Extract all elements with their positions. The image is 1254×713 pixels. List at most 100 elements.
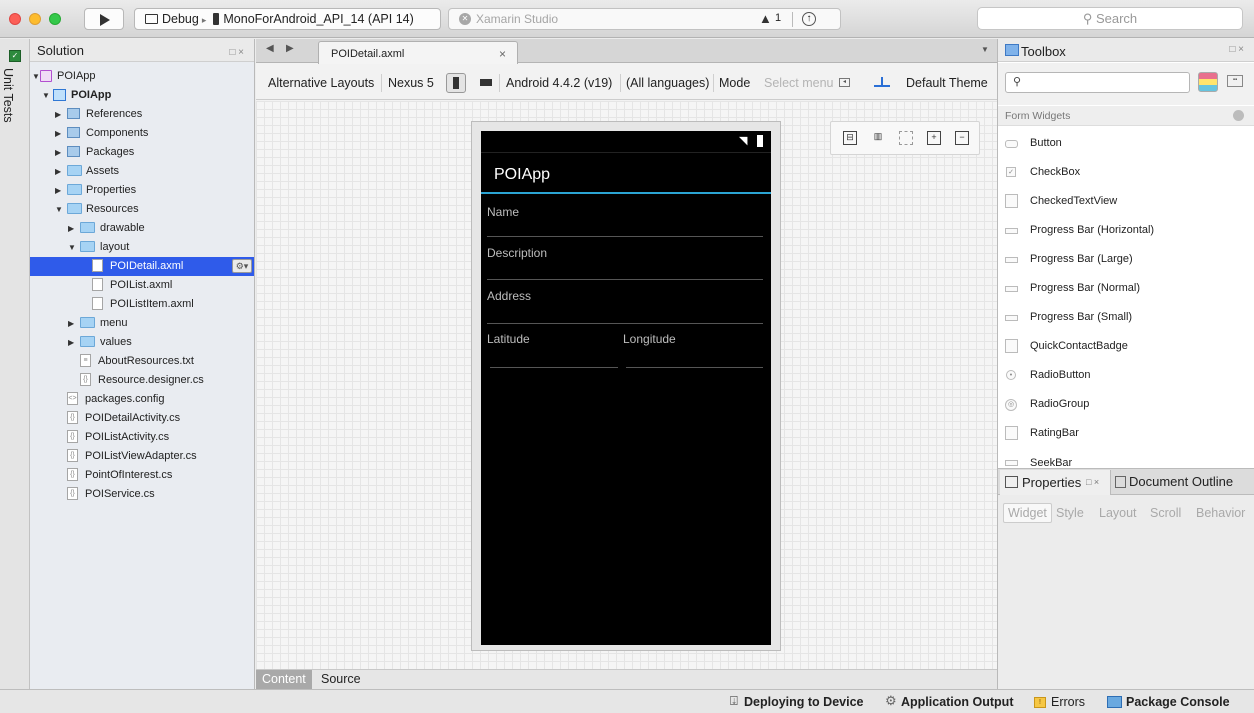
- upload-status-icon[interactable]: ↑: [802, 12, 816, 26]
- window-zoom-button[interactable]: [49, 13, 61, 25]
- disclosure-open-icon[interactable]: ▼: [68, 238, 77, 257]
- tree-item-aboutresources[interactable]: ≡ AboutResources.txt: [30, 352, 254, 371]
- tree-item-poidetail-axml[interactable]: POIDetail.axml ⚙▾: [30, 257, 254, 276]
- zoom-in-icon[interactable]: +: [927, 131, 941, 145]
- tab-scroll[interactable]: Scroll: [1150, 506, 1181, 520]
- tree-item-poidetailactivity[interactable]: {} POIDetailActivity.cs: [30, 409, 254, 428]
- address-edittext[interactable]: [487, 323, 763, 324]
- disclosure-closed-icon[interactable]: ▶: [55, 124, 64, 143]
- tree-item-solution[interactable]: ▼ POIApp: [30, 67, 254, 86]
- disclosure-closed-icon[interactable]: ▶: [68, 314, 77, 333]
- longitude-label[interactable]: Longitude: [623, 332, 676, 346]
- gear-icon[interactable]: ⚙▾: [232, 259, 252, 273]
- tree-item-pointofinterest[interactable]: {} PointOfInterest.cs: [30, 466, 254, 485]
- disclosure-closed-icon[interactable]: ▶: [55, 105, 64, 124]
- unit-tests-icon[interactable]: ✓: [9, 50, 21, 62]
- tree-item-poilistactivity[interactable]: {} POIListActivity.cs: [30, 428, 254, 447]
- tab-source[interactable]: Source: [321, 670, 361, 689]
- build-config-selector[interactable]: Debug ▸ MonoForAndroid_API_14 (API 14): [134, 8, 441, 30]
- errors-button[interactable]: Errors: [1051, 695, 1085, 709]
- pad-dock-close-icon[interactable]: □ ×: [1229, 44, 1244, 55]
- nav-back-icon[interactable]: ◀: [266, 43, 274, 54]
- toolbox-item-progressbar-small[interactable]: Progress Bar (Small): [998, 303, 1254, 332]
- design-canvas[interactable]: ◥ POIApp Name Description Address Latitu…: [256, 101, 997, 669]
- window-close-button[interactable]: [9, 13, 21, 25]
- toolbox-item-progressbar-horizontal[interactable]: Progress Bar (Horizontal): [998, 216, 1254, 245]
- disclosure-closed-icon[interactable]: ▶: [68, 219, 77, 238]
- zoom-out-icon[interactable]: −: [955, 131, 969, 145]
- close-icon[interactable]: ×: [499, 47, 506, 61]
- description-label[interactable]: Description: [487, 246, 547, 260]
- dropdown-arrow-icon[interactable]: ◂: [839, 78, 850, 87]
- description-edittext[interactable]: [487, 279, 763, 280]
- application-output-button[interactable]: Application Output: [901, 695, 1013, 709]
- portrait-orientation-button[interactable]: [446, 73, 466, 93]
- tree-item-properties[interactable]: ▶ Properties: [30, 181, 254, 200]
- disclosure-closed-icon[interactable]: ▶: [55, 181, 64, 200]
- warning-icon[interactable]: ▲: [759, 11, 772, 26]
- android-version-selector[interactable]: Android 4.4.2 (v19): [506, 76, 612, 90]
- tree-item-values[interactable]: ▶ values: [30, 333, 254, 352]
- tree-item-layout[interactable]: ▼ layout: [30, 238, 254, 257]
- tab-behavior[interactable]: Behavior: [1196, 506, 1245, 520]
- tree-item-resource-designer[interactable]: {} Resource.designer.cs: [30, 371, 254, 390]
- unit-tests-tab[interactable]: Unit Tests: [1, 68, 15, 123]
- tab-style[interactable]: Style: [1056, 506, 1084, 520]
- tab-list-dropdown-icon[interactable]: ▼: [981, 45, 989, 54]
- window-minimize-button[interactable]: [29, 13, 41, 25]
- package-console-button[interactable]: Package Console: [1126, 695, 1230, 709]
- global-search-input[interactable]: ⚲ Search: [977, 7, 1243, 30]
- toolbox-item-quickcontactbadge[interactable]: QuickContactBadge: [998, 332, 1254, 361]
- tree-item-project[interactable]: ▼ POIApp: [30, 86, 254, 105]
- disclosure-open-icon[interactable]: ▼: [55, 200, 64, 219]
- toolbox-item-ratingbar[interactable]: RatingBar: [998, 419, 1254, 448]
- tree-item-poilistviewadapter[interactable]: {} POIListViewAdapter.cs: [30, 447, 254, 466]
- tree-item-poilist-axml[interactable]: POIList.axml: [30, 276, 254, 295]
- disclosure-closed-icon[interactable]: ▶: [55, 143, 64, 162]
- toolbox-search-input[interactable]: ⚲: [1005, 72, 1190, 93]
- address-label[interactable]: Address: [487, 289, 531, 303]
- tab-properties[interactable]: Properties □ ×: [1000, 470, 1111, 495]
- toolbox-item-radiobutton[interactable]: • RadioButton: [998, 361, 1254, 390]
- disclosure-closed-icon[interactable]: ▶: [68, 333, 77, 352]
- tab-widget[interactable]: Widget: [1003, 503, 1052, 523]
- longitude-edittext[interactable]: [626, 367, 763, 368]
- landscape-orientation-button[interactable]: [480, 79, 492, 86]
- category-form-widgets[interactable]: Form Widgets: [998, 106, 1254, 126]
- toolbox-item-checkbox[interactable]: ✓ CheckBox: [998, 158, 1254, 187]
- toolbox-item-checkedtextview[interactable]: CheckedTextView: [998, 187, 1254, 216]
- device-selector[interactable]: Nexus 5: [388, 76, 434, 90]
- tree-item-drawable[interactable]: ▶ drawable: [30, 219, 254, 238]
- collapse-category-icon[interactable]: [1233, 110, 1244, 121]
- tree-item-poilistitem-axml[interactable]: POIListItem.axml: [30, 295, 254, 314]
- tree-item-packages[interactable]: ▶ Packages: [30, 143, 254, 162]
- alternative-layouts-button[interactable]: Alternative Layouts: [268, 76, 374, 90]
- latitude-edittext[interactable]: [490, 367, 618, 368]
- toolbox-item-progressbar-large[interactable]: Progress Bar (Large): [998, 245, 1254, 274]
- tab-document-outline[interactable]: Document Outline: [1129, 474, 1233, 489]
- run-button[interactable]: [84, 8, 124, 30]
- category-toggle-button[interactable]: [1198, 72, 1218, 92]
- tree-item-packages-config[interactable]: <> packages.config: [30, 390, 254, 409]
- warning-count[interactable]: 1: [775, 12, 781, 24]
- list-view-icon[interactable]: ▪▪: [1227, 75, 1243, 87]
- language-selector[interactable]: (All languages): [626, 76, 709, 90]
- toolbox-item-seekbar[interactable]: SeekBar: [998, 448, 1254, 468]
- tab-poidetail-axml[interactable]: POIDetail.axml ×: [318, 41, 518, 64]
- latitude-label[interactable]: Latitude: [487, 332, 530, 346]
- pad-dock-close-icon[interactable]: □ ×: [229, 41, 244, 64]
- disclosure-open-icon[interactable]: ▼: [42, 86, 51, 105]
- name-label[interactable]: Name: [487, 205, 519, 219]
- name-edittext[interactable]: [487, 236, 763, 237]
- toolbox-item-radiogroup[interactable]: ◎ RadioGroup: [998, 390, 1254, 419]
- toolbox-item-button[interactable]: Button: [998, 129, 1254, 158]
- document-outline-icon[interactable]: [1115, 476, 1126, 488]
- device-screen[interactable]: ◥ POIApp Name Description Address Latitu…: [481, 131, 771, 645]
- select-menu-dropdown[interactable]: Select menu: [764, 76, 833, 90]
- expand-icon[interactable]: [899, 131, 913, 145]
- pad-dock-close-icon[interactable]: □ ×: [1086, 477, 1099, 487]
- tree-item-references[interactable]: ▶ References: [30, 105, 254, 124]
- deploying-status[interactable]: Deploying to Device: [744, 695, 863, 709]
- tab-layout[interactable]: Layout: [1099, 506, 1137, 520]
- theme-selector[interactable]: Default Theme: [906, 76, 988, 90]
